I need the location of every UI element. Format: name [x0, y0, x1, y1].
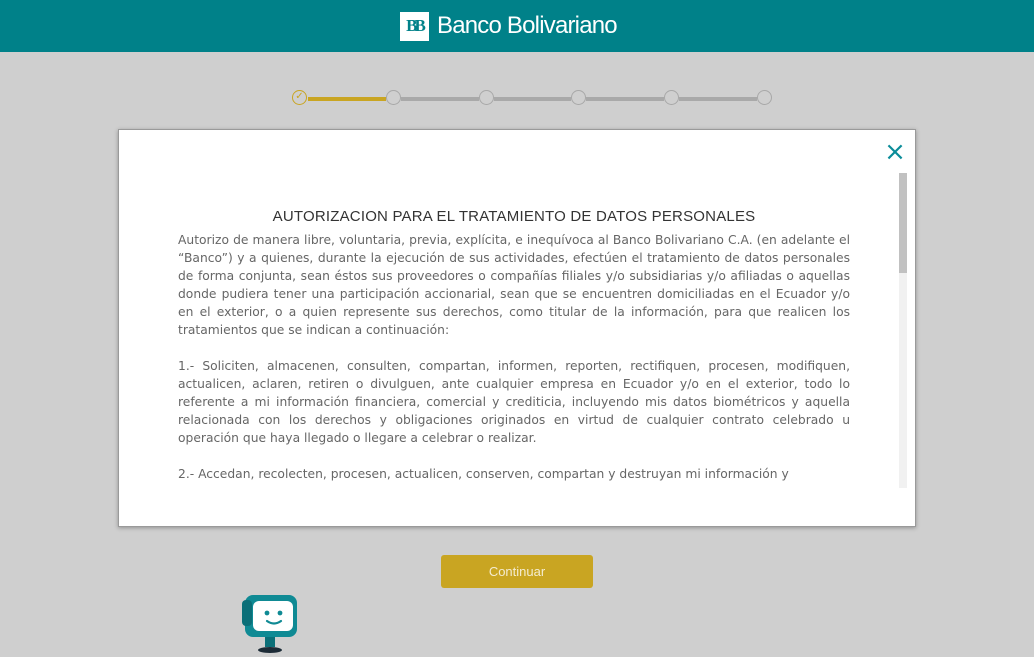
robot-mascot-icon — [242, 595, 297, 653]
step-2-dot — [386, 90, 401, 105]
progress-stepper: ✓ — [0, 0, 1034, 120]
step-3-dot — [479, 90, 494, 105]
step-connector-4 — [586, 97, 664, 101]
scrollbar-thumb[interactable] — [899, 173, 907, 273]
step-1-check-icon: ✓ — [292, 90, 307, 105]
paragraph-1: 1.- Soliciten, almacenen, consulten, com… — [178, 359, 850, 445]
step-connector-5 — [679, 97, 757, 101]
step-connector-3 — [494, 97, 571, 101]
step-connector-1 — [308, 97, 386, 101]
step-5-dot — [664, 90, 679, 105]
step-6-dot — [757, 90, 772, 105]
step-4-dot — [571, 90, 586, 105]
modal-title: AUTORIZACION PARA EL TRATAMIENTO DE DATO… — [272, 208, 756, 225]
modal-scroll-content[interactable]: AUTORIZACION PARA EL TRATAMIENTO DE DATO… — [178, 206, 850, 488]
close-icon[interactable]: × — [884, 139, 906, 165]
continue-button[interactable]: Continuar — [441, 555, 593, 588]
modal-scrollbar[interactable] — [899, 173, 907, 488]
step-connector-2 — [401, 97, 479, 101]
paragraph-2: 2.- Accedan, recolecten, procesen, actua… — [178, 467, 789, 481]
paragraph-intro: Autorizo de manera libre, voluntaria, pr… — [178, 233, 850, 337]
data-authorization-modal: × AUTORIZACION PARA EL TRATAMIENTO DE DA… — [118, 129, 916, 527]
